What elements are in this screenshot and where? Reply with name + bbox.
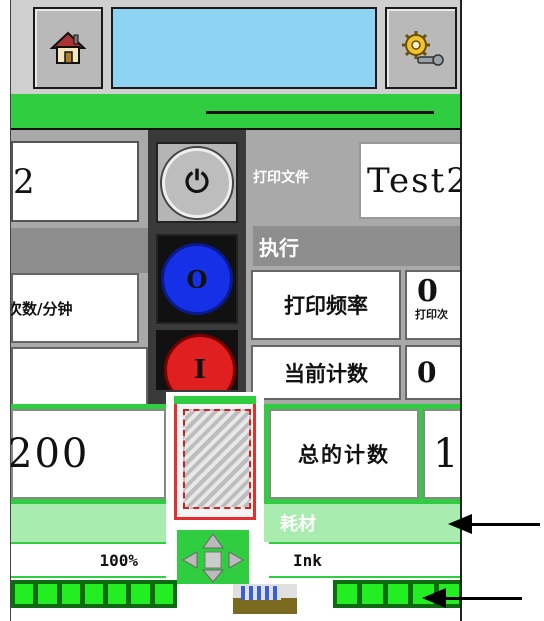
settings-button[interactable]	[385, 7, 457, 89]
printhead-top-accent	[174, 396, 256, 404]
left-top-value-box: 2	[11, 141, 139, 222]
home-icon	[49, 31, 87, 64]
ink-level-segment	[107, 583, 128, 605]
power-button[interactable]: ⏻	[162, 147, 232, 218]
ink-level-segment	[336, 583, 359, 605]
exec-label: 执行	[259, 235, 299, 260]
ink-bar-gap	[301, 580, 333, 608]
ink-cartridge-top	[241, 586, 281, 600]
current-count-value: 0	[417, 356, 437, 389]
power-button-frame: ⏻	[156, 142, 238, 223]
left-total-value: 200	[10, 431, 90, 477]
start-button[interactable]: O	[161, 243, 233, 315]
print-file-value-box[interactable]: Test2	[359, 142, 462, 219]
total-count-label-box: 总的计数	[269, 409, 419, 499]
start-label: O	[186, 264, 208, 294]
left-top-value: 2	[13, 161, 35, 202]
settings-gear-icon	[402, 31, 444, 66]
freq-label: 打印频率	[284, 293, 368, 318]
status-strip	[11, 94, 460, 130]
current-count-value-box: 0	[405, 345, 460, 400]
consumables-label: 耗材	[280, 514, 316, 535]
printer-screen: 2 次数/分钟 ⏻ O I 打印文件 Test2 执行 打印频率 0 打印次 当	[10, 0, 462, 621]
total-count-label: 总的计数	[298, 442, 390, 467]
rate-box: 次数/分钟	[11, 273, 139, 343]
ink-percent-box: 100%	[11, 542, 166, 578]
stop-button-frame: I	[156, 330, 238, 390]
printhead-graphic	[174, 396, 256, 520]
printhead-body	[183, 409, 251, 509]
print-file-label: 打印文件	[253, 170, 309, 186]
rate-unit-label: 次数/分钟	[10, 299, 73, 318]
ink-level-bar-left	[11, 580, 177, 608]
freq-value-box: 0 打印次	[405, 270, 460, 340]
freq-unit: 打印次	[415, 308, 448, 321]
start-button-frame: O	[156, 234, 238, 324]
current-count-label-box: 当前计数	[251, 345, 401, 400]
left-header-bar	[11, 228, 148, 273]
title-display	[111, 7, 377, 89]
direction-pad[interactable]	[177, 530, 249, 584]
power-icon: ⏻	[185, 165, 209, 200]
status-divider	[206, 111, 434, 114]
file-label-box: 打印文件	[253, 162, 353, 192]
freq-value: 0	[417, 274, 438, 309]
ink-label-box: Ink	[269, 542, 460, 578]
ink-level-segment	[386, 583, 410, 605]
ink-level-segment	[83, 583, 105, 605]
annotation-arrow-bottom	[422, 588, 522, 608]
home-button[interactable]	[33, 7, 103, 89]
stop-button[interactable]: I	[164, 334, 236, 390]
ink-cartridge-base	[233, 598, 297, 614]
exec-header: 执行	[253, 226, 460, 266]
current-count-label: 当前计数	[284, 360, 368, 386]
ink-level-segment	[153, 583, 174, 605]
stop-label: I	[193, 355, 207, 385]
ink-level-segment	[60, 583, 81, 605]
annotation-arrow-top	[448, 514, 540, 534]
ink-level-segment	[14, 583, 35, 605]
ink-level-segment	[37, 583, 58, 605]
direction-arrows-icon	[181, 533, 245, 583]
ink-level-segment	[130, 583, 151, 605]
ink-label: Ink	[293, 550, 322, 570]
left-total-box: 200	[11, 409, 166, 499]
ink-percent: 100%	[99, 550, 138, 570]
consumables-strip-left	[11, 504, 166, 542]
print-file-value: Test2	[367, 160, 462, 201]
freq-label-box: 打印频率	[251, 270, 401, 340]
total-count-value-box: 12	[423, 409, 460, 499]
ink-level-segment	[361, 583, 384, 605]
left-blank-box	[11, 347, 148, 407]
consumables-strip-right: 耗材	[264, 504, 460, 542]
total-count-value: 12	[433, 431, 460, 477]
ink-cartridge-icon	[233, 584, 297, 614]
